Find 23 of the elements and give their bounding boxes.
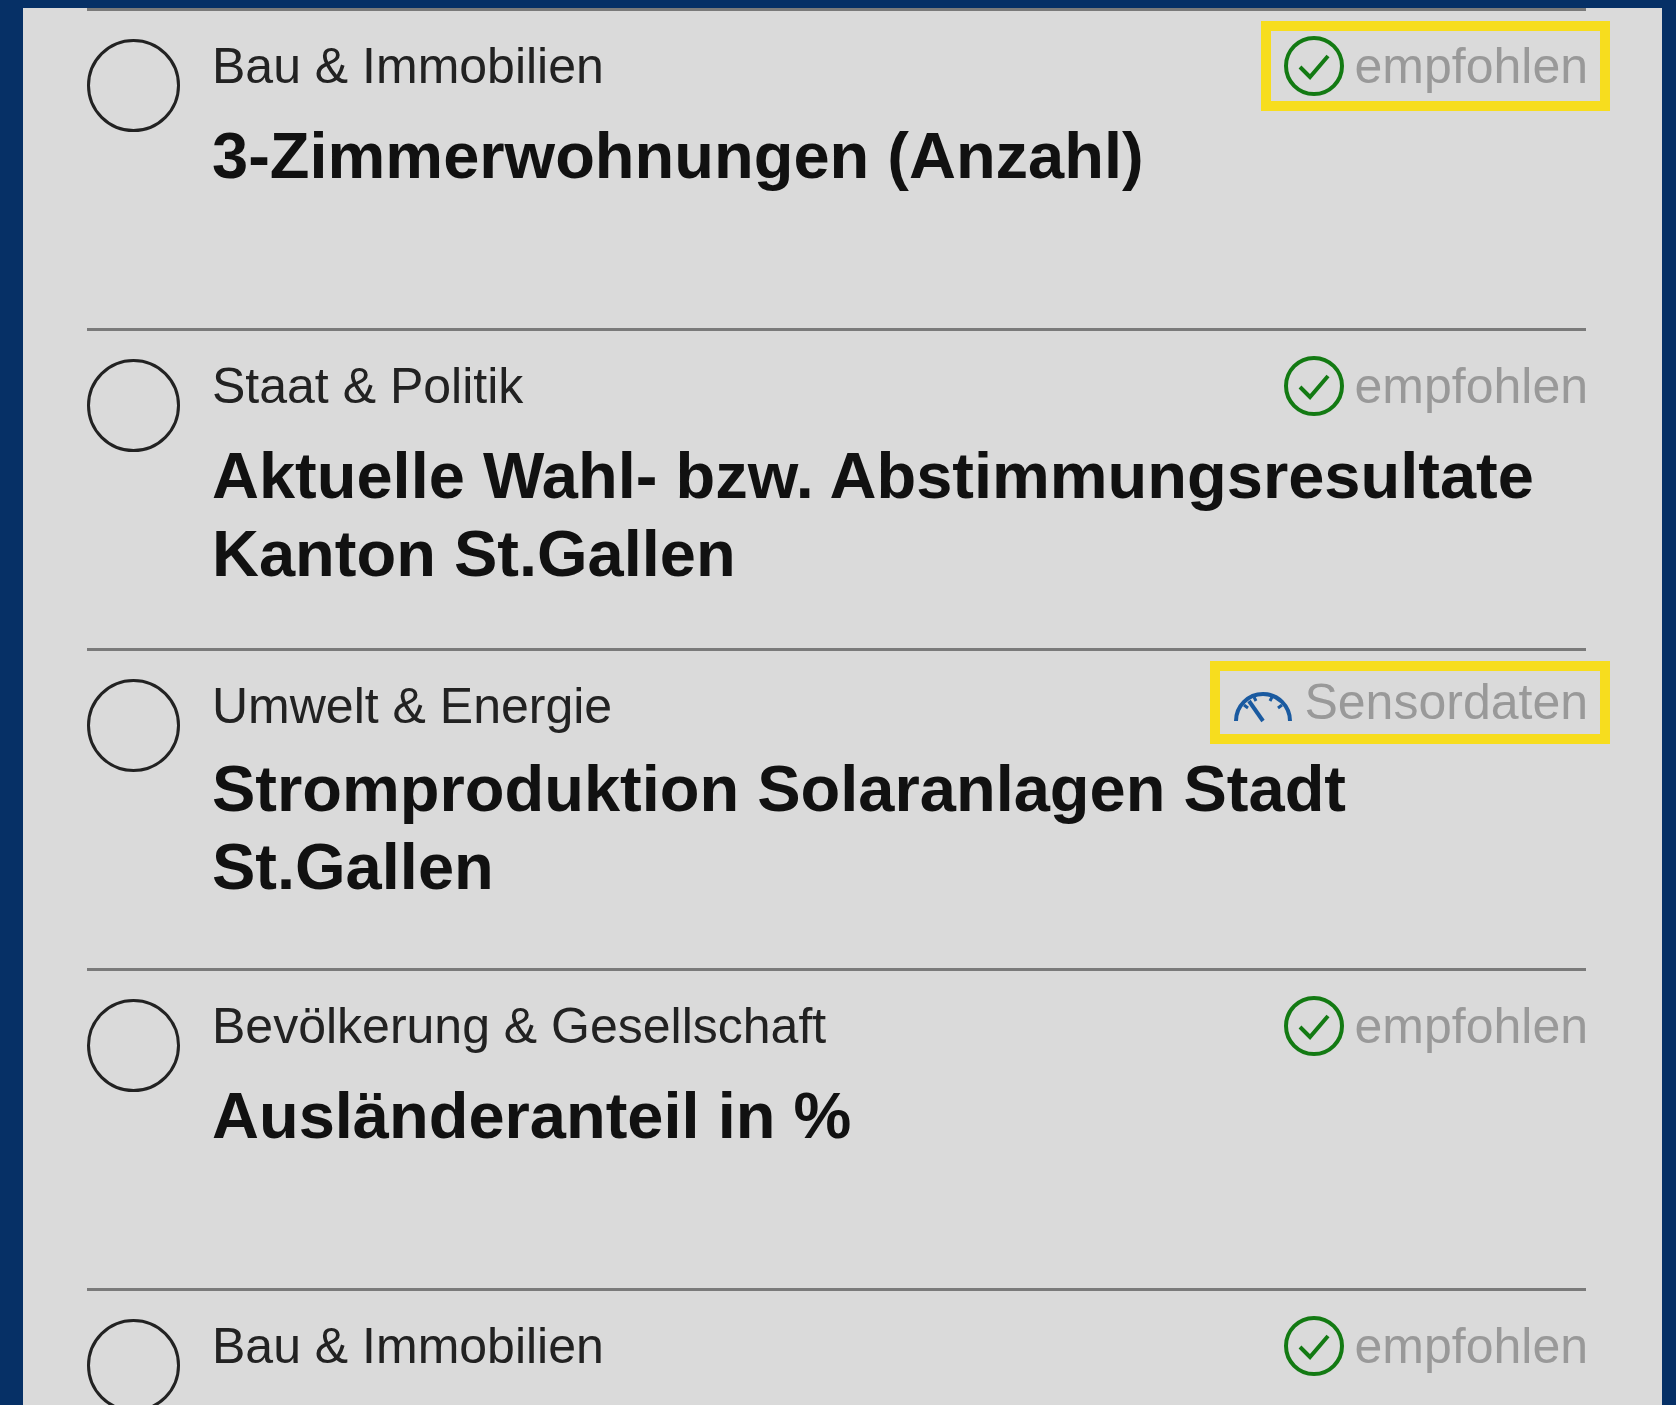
- category-label: Bevölkerung & Gesellschaft: [212, 999, 827, 1054]
- dataset-title: Aktuelle Wahl- bzw. Abstimmungsresultate Kanton St.Gallen: [212, 438, 1535, 592]
- badge-label: empfohlen: [1354, 998, 1588, 1054]
- radio-button[interactable]: [87, 359, 180, 452]
- dataset-title: 3-Zimmerwohnungen (Anzahl): [212, 118, 1145, 194]
- dataset-title: Ausländeranteil in %: [212, 1078, 853, 1154]
- badge-label: Sensordaten: [1304, 675, 1588, 730]
- category-label: Bau & Immobilien: [212, 39, 604, 94]
- dataset-title: Stromproduktion Solaranlagen Stadt St.Gallen: [212, 751, 1347, 905]
- radio-button[interactable]: [87, 39, 180, 132]
- check-circle-icon: [1282, 995, 1345, 1057]
- badge-label: empfohlen: [1354, 38, 1588, 94]
- badge-label: empfohlen: [1354, 358, 1588, 414]
- radio-button[interactable]: [87, 999, 180, 1092]
- badge-label: empfohlen: [1354, 1318, 1588, 1374]
- category-label: Bau & Immobilien: [212, 1319, 604, 1374]
- check-circle-icon: [1282, 1315, 1345, 1377]
- category-label: Umwelt & Energie: [212, 679, 613, 734]
- check-circle-icon: [1282, 35, 1345, 97]
- check-circle-icon: [1282, 355, 1345, 417]
- radio-button[interactable]: [87, 1319, 180, 1405]
- category-label: Staat & Politik: [212, 359, 524, 414]
- radio-button[interactable]: [87, 679, 180, 772]
